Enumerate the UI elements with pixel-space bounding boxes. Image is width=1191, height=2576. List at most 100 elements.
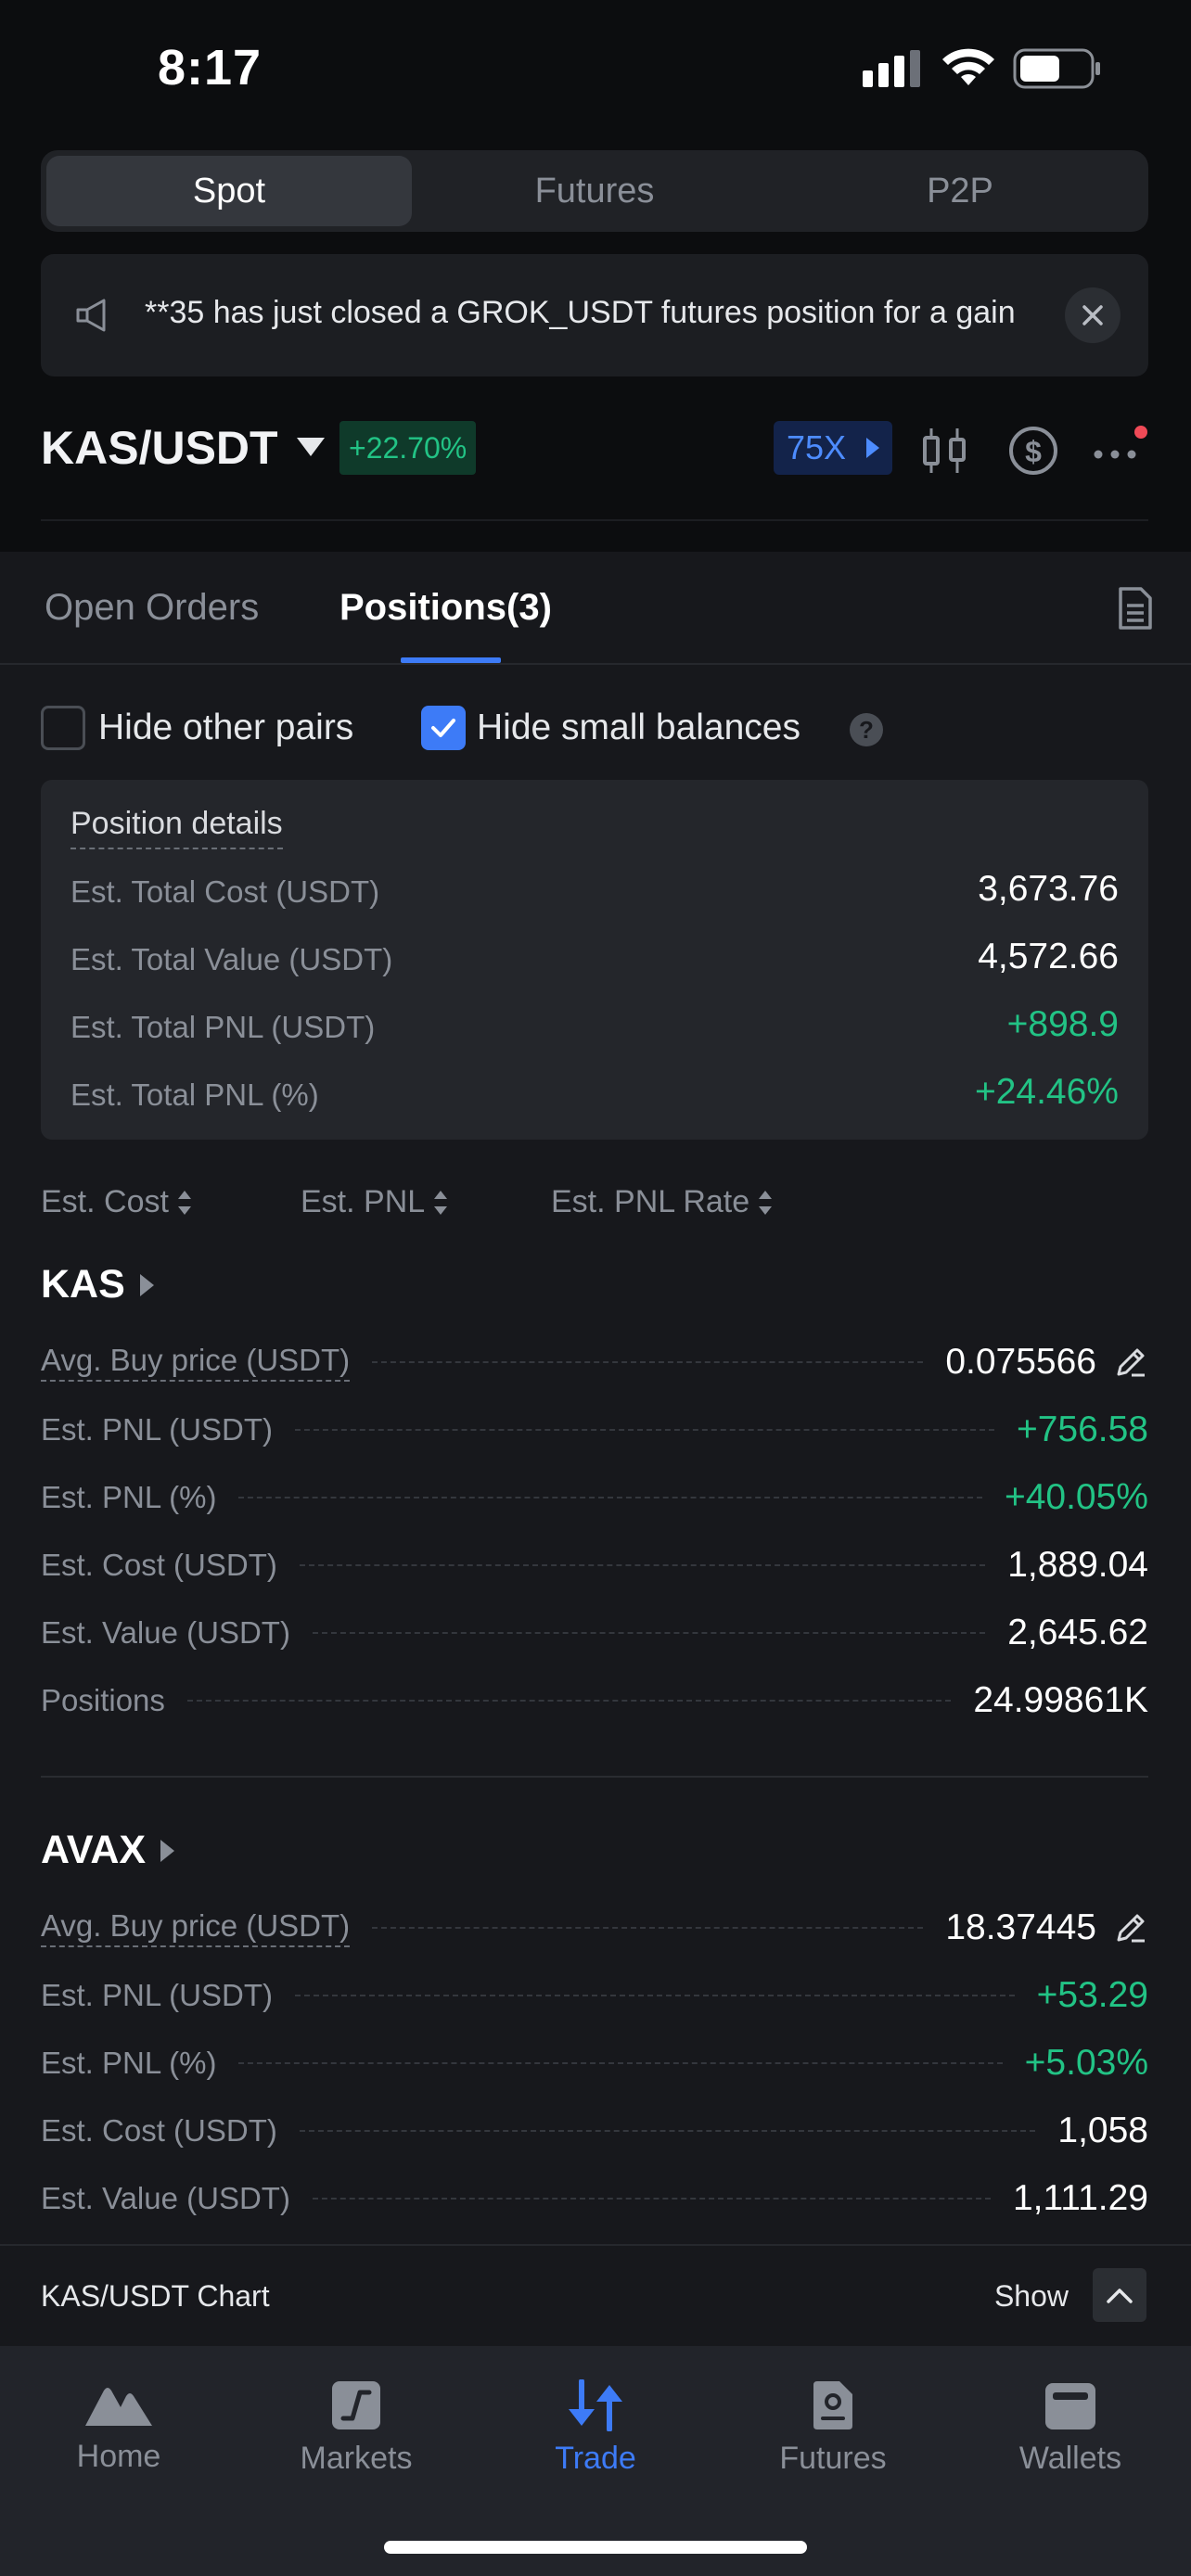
row-label: Est. Cost (USDT) (41, 1548, 277, 1582)
pair-selector[interactable]: KAS/USDT (41, 421, 278, 475)
help-icon[interactable]: ? (850, 713, 883, 746)
detail-label: Est. Total PNL (%) (70, 1078, 319, 1112)
leader-line (294, 1995, 1015, 1996)
close-icon (1082, 305, 1103, 325)
tab-open-orders[interactable]: Open Orders (45, 587, 259, 629)
nav-label: Trade (555, 2441, 636, 2476)
position-row: Est. Value (USDT) 2,645.62 (41, 1607, 1148, 1659)
price-change-badge: +22.70% (339, 421, 477, 475)
more-options-icon[interactable] (1091, 423, 1152, 478)
row-label: Est. PNL (%) (41, 2046, 217, 2080)
row-value: +756.58 (1016, 1409, 1148, 1449)
megaphone-icon (76, 299, 106, 332)
sort-est-pnl-rate[interactable]: Est. PNL Rate (551, 1184, 773, 1220)
nav-home[interactable]: Home (17, 2379, 221, 2475)
leader-line (294, 1429, 994, 1431)
row-value: +5.03% (1024, 2043, 1148, 2083)
detail-value: 3,673.76 (978, 869, 1119, 909)
status-bar: 8:17 (0, 0, 1191, 139)
detail-value: +898.9 (1006, 1004, 1119, 1044)
position-row: Avg. Buy price (USDT) 0.075566 (41, 1336, 1148, 1388)
position-row: Est. Cost (USDT) 1,889.04 (41, 1539, 1148, 1591)
leader-line (299, 1564, 986, 1566)
nav-label: Wallets (1018, 2441, 1122, 2476)
row-value: 1,111.29 (1012, 2178, 1148, 2218)
trade-icon (569, 2379, 622, 2431)
detail-row: Est. Total Cost (USDT) 3,673.76 (70, 869, 1119, 915)
row-label: Est. PNL (USDT) (41, 1412, 273, 1447)
leader-line (312, 2198, 991, 2200)
nav-markets[interactable]: Markets (254, 2379, 458, 2477)
segment-spot[interactable]: Spot (46, 156, 412, 226)
position-row: Est. PNL (USDT) +756.58 (41, 1404, 1148, 1456)
orders-tabs: Open Orders Positions(3) (0, 552, 1191, 665)
hide-small-balances-checkbox[interactable] (421, 706, 466, 750)
divider (41, 519, 1148, 521)
position-row: Est. PNL (%) +40.05% (41, 1472, 1148, 1524)
home-indicator (384, 2541, 807, 2554)
row-value: 0.075566 (945, 1342, 1096, 1382)
row-label[interactable]: Avg. Buy price (USDT) (41, 1343, 351, 1382)
detail-row: Est. Total PNL (USDT) +898.9 (70, 1004, 1119, 1051)
nav-label: Futures (779, 2441, 887, 2476)
row-label: Est. PNL (USDT) (41, 1978, 273, 2012)
segment-futures[interactable]: Futures (412, 156, 777, 226)
pair-header: KAS/USDT +22.70% 75X $ (41, 415, 1154, 480)
row-value: 18.37445 (945, 1907, 1096, 1947)
close-announcement-button[interactable] (1065, 287, 1121, 343)
asset-name: AVAX (41, 1828, 147, 1872)
position-details-title[interactable]: Position details (70, 806, 283, 849)
position-filters: Hide other pairs Hide small balances ? (41, 700, 1154, 752)
announcement-banner[interactable]: **35 has just closed a GROK_USDT futures… (41, 254, 1148, 376)
dollar-icon[interactable]: $ (1005, 423, 1061, 478)
hide-other-pairs-checkbox[interactable] (41, 706, 85, 750)
sort-icon (759, 1190, 773, 1215)
sort-options: Est. Cost Est. PNL Est. PNL Rate (41, 1184, 1154, 1231)
chart-toggle-bar: KAS/USDT Chart Show (0, 2244, 1191, 2346)
detail-row: Est. Total Value (USDT) 4,572.66 (70, 937, 1119, 983)
leverage-button[interactable]: 75X (774, 421, 892, 475)
leverage-label: 75X (787, 428, 847, 466)
segment-p2p[interactable]: P2P (777, 156, 1143, 226)
signal-icon (863, 50, 920, 87)
row-label[interactable]: Avg. Buy price (USDT) (41, 1908, 351, 1947)
sort-label: Est. Cost (41, 1184, 169, 1219)
caret-right-icon (160, 1839, 175, 1862)
position-row: Est. Cost (USDT) 1,058 (41, 2105, 1148, 2157)
hide-other-pairs-label[interactable]: Hide other pairs (98, 708, 353, 748)
row-label: Est. Value (USDT) (41, 2181, 290, 2215)
leader-line (186, 1700, 952, 1702)
row-label: Est. Value (USDT) (41, 1615, 290, 1650)
position-row: Est. Value (USDT) 1,111.29 (41, 2173, 1148, 2225)
position-row: Est. PNL (%) +5.03% (41, 2037, 1148, 2089)
divider (41, 1776, 1148, 1778)
asset-header[interactable]: AVAX (41, 1828, 175, 1873)
active-tab-indicator (401, 657, 501, 663)
nav-trade[interactable]: Trade (493, 2379, 698, 2477)
sort-icon (177, 1190, 191, 1215)
edit-icon[interactable] (1113, 1910, 1148, 1945)
tab-positions[interactable]: Positions(3) (339, 587, 552, 629)
chart-label: KAS/USDT Chart (41, 2279, 270, 2313)
edit-icon[interactable] (1113, 1345, 1148, 1380)
order-history-icon[interactable] (1111, 585, 1158, 631)
chevron-down-icon[interactable] (297, 438, 325, 456)
show-chart-label[interactable]: Show (994, 2279, 1069, 2314)
nav-wallets[interactable]: Wallets (968, 2379, 1172, 2477)
sort-est-cost[interactable]: Est. Cost (41, 1184, 191, 1220)
sort-label: Est. PNL Rate (551, 1184, 750, 1219)
leader-line (238, 1497, 982, 1498)
sort-icon (434, 1190, 448, 1215)
asset-header[interactable]: KAS (41, 1262, 154, 1307)
nav-futures[interactable]: Futures (731, 2379, 935, 2477)
candlestick-icon[interactable] (916, 423, 972, 478)
nav-label: Markets (300, 2441, 413, 2476)
hide-small-balances-label[interactable]: Hide small balances (477, 708, 800, 748)
expand-chart-button[interactable] (1093, 2268, 1146, 2322)
sort-est-pnl[interactable]: Est. PNL (301, 1184, 448, 1220)
home-icon (85, 2388, 152, 2426)
status-time: 8:17 (158, 40, 263, 96)
row-value: 2,645.62 (1007, 1613, 1148, 1652)
asset-name: KAS (41, 1262, 125, 1307)
battery-icon (1013, 48, 1100, 89)
